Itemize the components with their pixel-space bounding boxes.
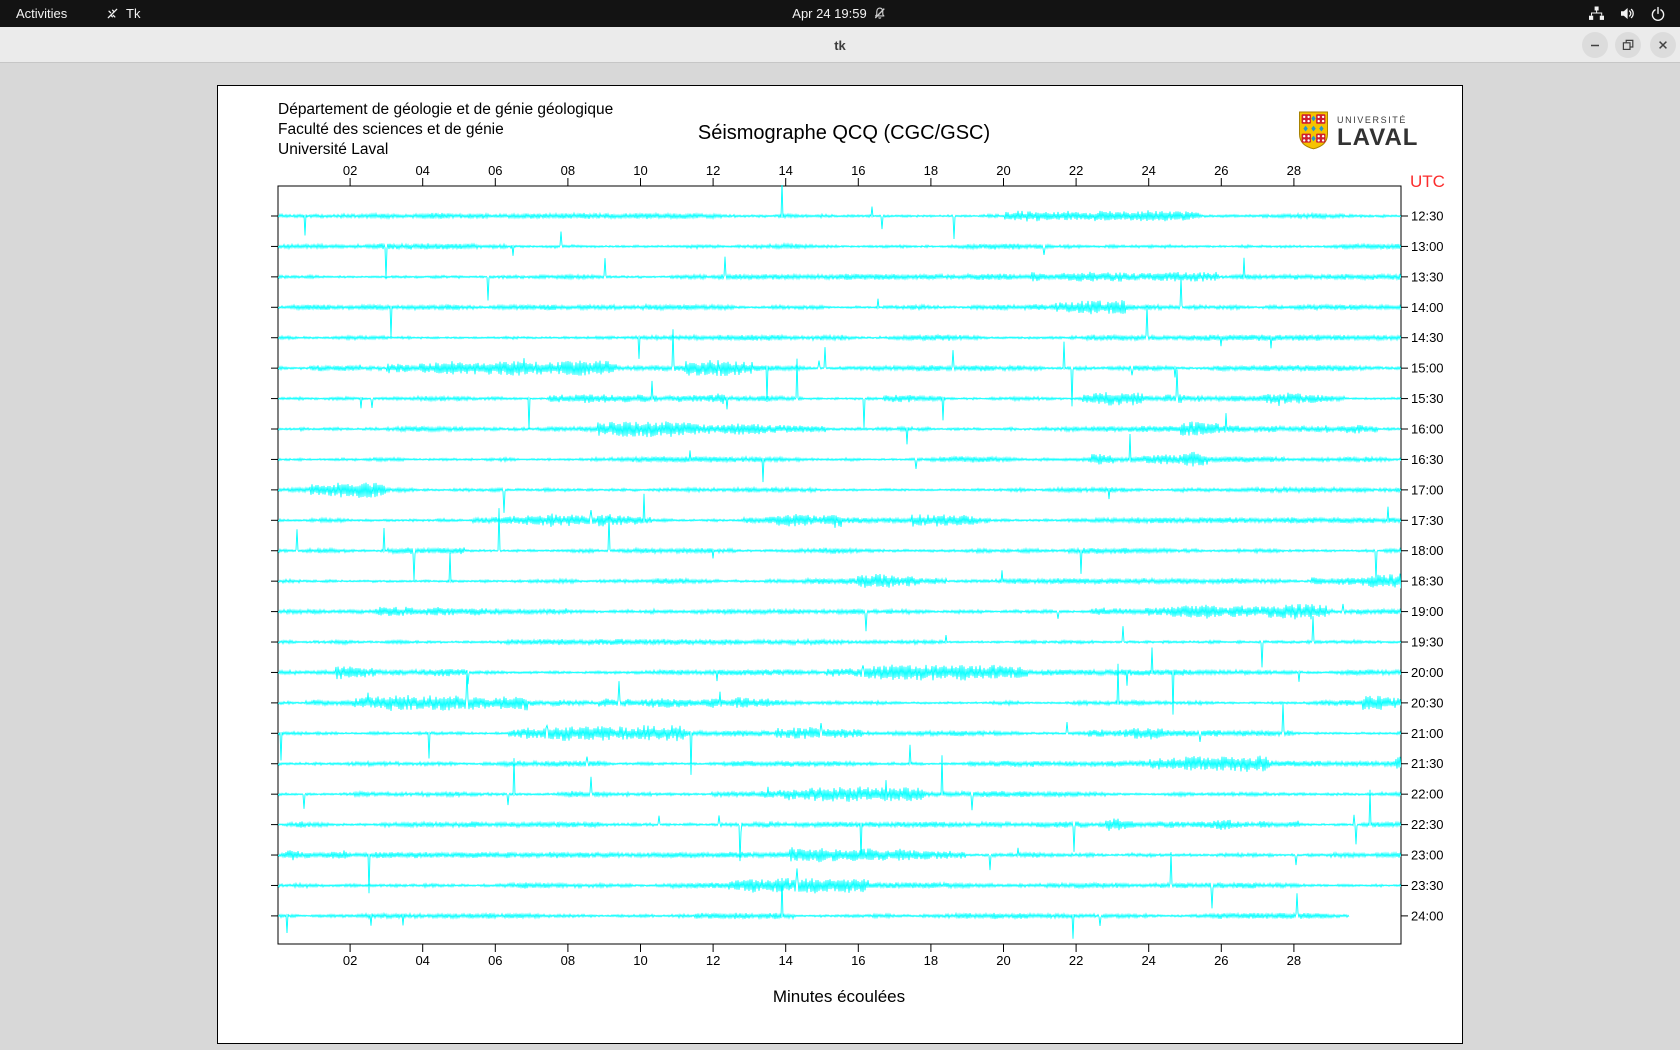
app-indicator-label: Tk — [126, 6, 141, 21]
top-tick-label: 22 — [1069, 163, 1083, 178]
seismogram-trace — [278, 433, 1401, 483]
row-time-label: 24:00 — [1411, 908, 1444, 923]
bottom-tick-label: 20 — [996, 953, 1010, 968]
seismogram-trace — [278, 231, 1401, 280]
seismogram-trace — [278, 744, 1401, 772]
row-time-label: 21:00 — [1411, 726, 1444, 741]
row-time-label: 18:30 — [1411, 574, 1444, 589]
app-content: Département de géologie et de génie géol… — [0, 64, 1680, 1050]
row-time-label: 12:30 — [1411, 209, 1444, 224]
row-time-label: 18:00 — [1411, 543, 1444, 558]
bottom-tick-label: 28 — [1287, 953, 1301, 968]
bottom-tick-label: 06 — [488, 953, 502, 968]
row-time-label: 23:00 — [1411, 848, 1444, 863]
seismogram-trace — [278, 482, 1401, 513]
bottom-tick-label: 18 — [924, 953, 938, 968]
top-tick-label: 06 — [488, 163, 502, 178]
network-wired-icon — [1588, 5, 1605, 22]
bottom-tick-label: 26 — [1214, 953, 1228, 968]
top-tick-label: 26 — [1214, 163, 1228, 178]
row-time-label: 22:00 — [1411, 787, 1444, 802]
top-tick-label: 02 — [343, 163, 357, 178]
row-time-label: 20:30 — [1411, 695, 1444, 710]
seismogram-trace — [278, 329, 1401, 407]
row-time-label: 17:30 — [1411, 513, 1444, 528]
helicorder-plot: 02 02 04 04 06 06 08 08 10 10 12 12 14 14 16 16 18 18 20 20… — [271, 163, 1444, 968]
seismograph-canvas: Département de géologie et de génie géol… — [217, 85, 1463, 1044]
bottom-tick-label: 12 — [706, 953, 720, 968]
restore-button[interactable] — [1615, 32, 1641, 58]
seismogram-trace — [278, 552, 1401, 589]
top-tick-label: 24 — [1141, 163, 1155, 178]
trace-group — [278, 185, 1401, 939]
row-time-label: 15:00 — [1411, 361, 1444, 376]
app-indicator[interactable]: Tk — [105, 0, 140, 27]
row-time-label: 19:00 — [1411, 604, 1444, 619]
power-icon — [1650, 6, 1666, 22]
row-time-label: 14:00 — [1411, 300, 1444, 315]
row-time-label: 20:00 — [1411, 665, 1444, 680]
bottom-tick-label: 22 — [1069, 953, 1083, 968]
row-time-label: 19:30 — [1411, 635, 1444, 650]
clock-label: Apr 24 19:59 — [792, 6, 867, 21]
seismogram-trace — [278, 603, 1401, 632]
top-tick-label: 04 — [415, 163, 429, 178]
seismogram-trace — [278, 185, 1401, 240]
top-tick-label: 16 — [851, 163, 865, 178]
row-time-label: 13:00 — [1411, 239, 1444, 254]
seismogram-trace — [278, 789, 1401, 862]
bottom-tick-label: 08 — [561, 953, 575, 968]
seismogram-trace — [278, 616, 1401, 668]
top-tick-label: 18 — [924, 163, 938, 178]
row-time-label: 15:30 — [1411, 391, 1444, 406]
row-time-label: 17:00 — [1411, 482, 1444, 497]
bottom-tick-label: 04 — [415, 953, 429, 968]
seismogram-trace — [278, 493, 1401, 528]
tk-icon — [105, 6, 120, 21]
row-time-label: 13:30 — [1411, 269, 1444, 284]
window-titlebar: tk — [0, 27, 1680, 63]
top-tick-label: 12 — [706, 163, 720, 178]
close-button[interactable] — [1650, 32, 1676, 58]
bottom-tick-label: 24 — [1141, 953, 1155, 968]
notifications-muted-icon — [873, 6, 888, 21]
volume-icon — [1619, 5, 1636, 22]
seismogram-trace — [278, 305, 1401, 359]
top-tick-label: 14 — [778, 163, 792, 178]
row-time-label: 16:00 — [1411, 422, 1444, 437]
bottom-tick-label: 14 — [778, 953, 792, 968]
row-time-label: 22:30 — [1411, 817, 1444, 832]
seismogram-trace — [278, 852, 1401, 909]
top-tick-label: 08 — [561, 163, 575, 178]
minimize-button[interactable] — [1582, 32, 1608, 58]
clock-menu[interactable]: Apr 24 19:59 — [792, 0, 887, 27]
bottom-tick-label: 02 — [343, 953, 357, 968]
seismogram-trace — [278, 277, 1401, 338]
bottom-tick-label: 10 — [633, 953, 647, 968]
top-tick-label: 28 — [1287, 163, 1301, 178]
seismogram-trace — [278, 413, 1401, 445]
row-time-label: 21:30 — [1411, 756, 1444, 771]
window-title: tk — [834, 37, 846, 53]
bottom-tick-label: 16 — [851, 953, 865, 968]
plot-border — [277, 185, 1402, 945]
system-status-area[interactable] — [1588, 0, 1666, 27]
row-time-label: 16:30 — [1411, 452, 1444, 467]
top-tick-label: 20 — [996, 163, 1010, 178]
row-time-label: 23:30 — [1411, 878, 1444, 893]
activities-button[interactable]: Activities — [16, 0, 67, 27]
gnome-top-bar: Activities Tk Apr 24 19:59 — [0, 0, 1680, 27]
row-time-label: 14:30 — [1411, 330, 1444, 345]
top-tick-label: 10 — [633, 163, 647, 178]
seismogram-trace — [278, 256, 1401, 301]
